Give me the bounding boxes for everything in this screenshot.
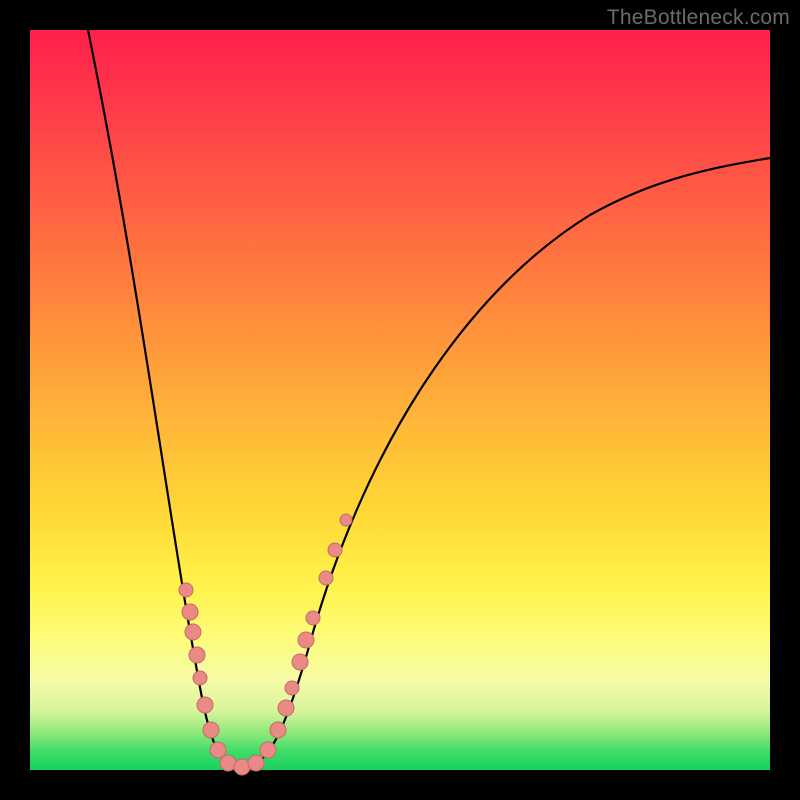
data-dot [182, 604, 198, 620]
data-dot [203, 722, 219, 738]
chart-svg [30, 30, 770, 770]
data-dot [340, 514, 352, 526]
data-dot [197, 697, 213, 713]
plot-area [30, 30, 770, 770]
data-dot [179, 583, 193, 597]
data-dot [292, 654, 308, 670]
data-dot [278, 700, 294, 716]
data-dot [234, 759, 250, 775]
data-dot [210, 742, 226, 758]
data-dot [260, 742, 276, 758]
data-dot [193, 671, 207, 685]
data-dot [306, 611, 320, 625]
data-dot [220, 755, 236, 771]
data-dot [248, 755, 264, 771]
data-dot [270, 722, 286, 738]
data-dot [189, 647, 205, 663]
data-dot [298, 632, 314, 648]
chart-frame: TheBottleneck.com [0, 0, 800, 800]
data-dot [185, 624, 201, 640]
data-dot [285, 681, 299, 695]
data-dot [319, 571, 333, 585]
watermark-text: TheBottleneck.com [607, 6, 790, 30]
data-dots [179, 514, 352, 775]
data-dot [328, 543, 342, 557]
